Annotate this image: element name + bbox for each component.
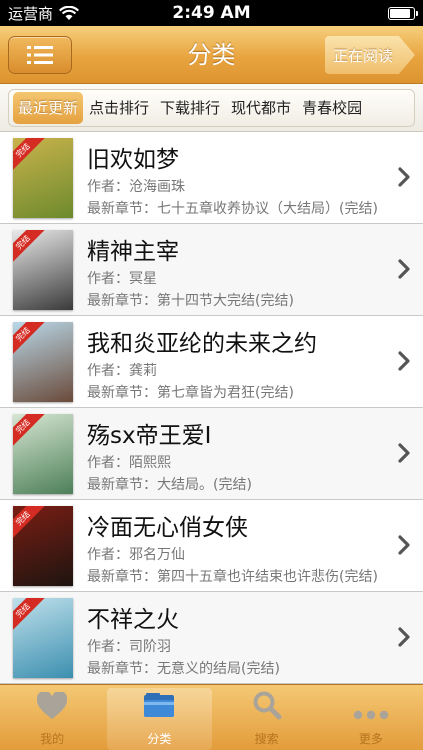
tab-bar: 我的 分类 搜索 更多	[0, 684, 423, 750]
completed-badge: 完结	[13, 138, 45, 173]
heart-icon	[36, 690, 68, 724]
book-title: 我和炎亚纶的未来之约	[87, 331, 317, 357]
chevron-right-icon[interactable]	[397, 534, 411, 556]
completed-badge: 完结	[13, 598, 45, 633]
book-cover: 完结	[13, 138, 73, 218]
book-cover: 完结	[13, 230, 73, 310]
menu-list-icon	[27, 46, 53, 64]
book-cover: 完结	[13, 322, 73, 402]
folder-icon	[142, 692, 176, 724]
tab-label: 分类	[147, 732, 172, 746]
tab-label: 更多	[358, 732, 383, 746]
segment-tab-2[interactable]: 下载排行	[155, 92, 225, 124]
completed-badge: 完结	[13, 414, 45, 449]
book-row[interactable]: 完结 精神主宰作者：冥星最新章节：第十四节大完结(完结)	[0, 224, 423, 316]
tab-label: 搜索	[254, 732, 279, 746]
book-latest-chapter: 最新章节：第十四节大完结(完结)	[87, 293, 294, 309]
completed-badge: 完结	[13, 230, 45, 265]
book-latest-chapter: 最新章节：第四十五章也许结束也许悲伤(完结)	[87, 569, 378, 585]
book-author: 作者：龚莉	[87, 363, 157, 379]
book-row[interactable]: 完结 旧欢如梦作者：沧海画珠最新章节：七十五章收养协议（大结局）(完结)	[0, 132, 423, 224]
book-row[interactable]: 完结 不祥之火作者：司阶羽最新章节：无意义的结局(完结)	[0, 592, 423, 684]
book-latest-chapter: 最新章节：大结局。(完结)	[87, 477, 252, 493]
segment-control: 最近更新 点击排行 下载排行 现代都市 青春校园	[8, 89, 415, 127]
now-reading-button[interactable]: 正在阅读	[325, 36, 415, 74]
book-author: 作者：陌熙熙	[87, 455, 171, 471]
status-bar: 运营商 2:49 AM	[0, 0, 423, 26]
book-title: 殇sx帝王爱I	[87, 423, 212, 449]
search-icon	[252, 690, 282, 724]
book-title: 不祥之火	[87, 607, 179, 633]
battery-icon	[388, 7, 418, 20]
wifi-icon	[59, 5, 79, 20]
segment-tab-3[interactable]: 现代都市	[226, 92, 296, 124]
segment-tab-4[interactable]: 青春校园	[297, 92, 367, 124]
tab-folder[interactable]: 分类	[107, 688, 212, 750]
book-cover: 完结	[13, 414, 73, 494]
carrier-label: 运营商	[8, 4, 54, 23]
carrier-group: 运营商	[8, 3, 79, 24]
category-segment-bar: 最近更新 点击排行 下载排行 现代都市 青春校园	[0, 84, 423, 132]
menu-button[interactable]	[8, 36, 72, 74]
book-title: 旧欢如梦	[87, 147, 179, 173]
book-author: 作者：司阶羽	[87, 639, 171, 655]
book-row[interactable]: 完结 冷面无心俏女侠作者：邪名万仙最新章节：第四十五章也许结束也许悲伤(完结)	[0, 500, 423, 592]
tab-label: 我的	[40, 732, 65, 746]
page-title: 分类	[187, 41, 236, 69]
navigation-bar: 分类 正在阅读	[0, 26, 423, 84]
segment-tab-0[interactable]: 最近更新	[13, 92, 84, 124]
more-dots-icon	[353, 705, 389, 724]
book-list[interactable]: 完结 旧欢如梦 作者：沧海画珠 最新章节：七十五章收养协议（大结局）(完结) 完结 精神主…	[0, 132, 423, 684]
book-author: 作者：沧海画珠	[87, 179, 185, 195]
chevron-right-icon[interactable]	[397, 626, 411, 648]
book-cover: 完结	[13, 598, 73, 678]
book-latest-chapter: 最新章节：七十五章收养协议（大结局）(完结)	[87, 201, 378, 217]
book-row[interactable]: 完结 我和炎亚纶的未来之约作者：龚莉最新章节：第七章皆为君狂(完结)	[0, 316, 423, 408]
tab-more-dots[interactable]: 更多	[319, 685, 423, 750]
book-latest-chapter: 最新章节：第七章皆为君狂(完结)	[87, 385, 294, 401]
chevron-right-icon[interactable]	[397, 350, 411, 372]
book-title: 冷面无心俏女侠	[87, 515, 248, 541]
tab-search[interactable]: 搜索	[215, 685, 319, 750]
completed-badge: 完结	[13, 506, 45, 541]
book-author: 作者：冥星	[87, 271, 157, 287]
tab-heart[interactable]: 我的	[0, 685, 104, 750]
battery-fill	[390, 9, 410, 18]
chevron-right-icon[interactable]	[397, 166, 411, 188]
book-cover: 完结	[13, 506, 73, 586]
book-title: 精神主宰	[87, 239, 179, 265]
segment-tab-1[interactable]: 点击排行	[84, 92, 154, 124]
chevron-right-icon[interactable]	[397, 258, 411, 280]
book-latest-chapter: 最新章节：无意义的结局(完结)	[87, 661, 280, 677]
completed-badge: 完结	[13, 322, 45, 357]
book-row[interactable]: 完结 殇sx帝王爱I 作者：陌熙熙最新章节：大结局。(完结)	[0, 408, 423, 500]
chevron-right-icon[interactable]	[397, 442, 411, 464]
book-author: 作者：邪名万仙	[87, 547, 185, 563]
